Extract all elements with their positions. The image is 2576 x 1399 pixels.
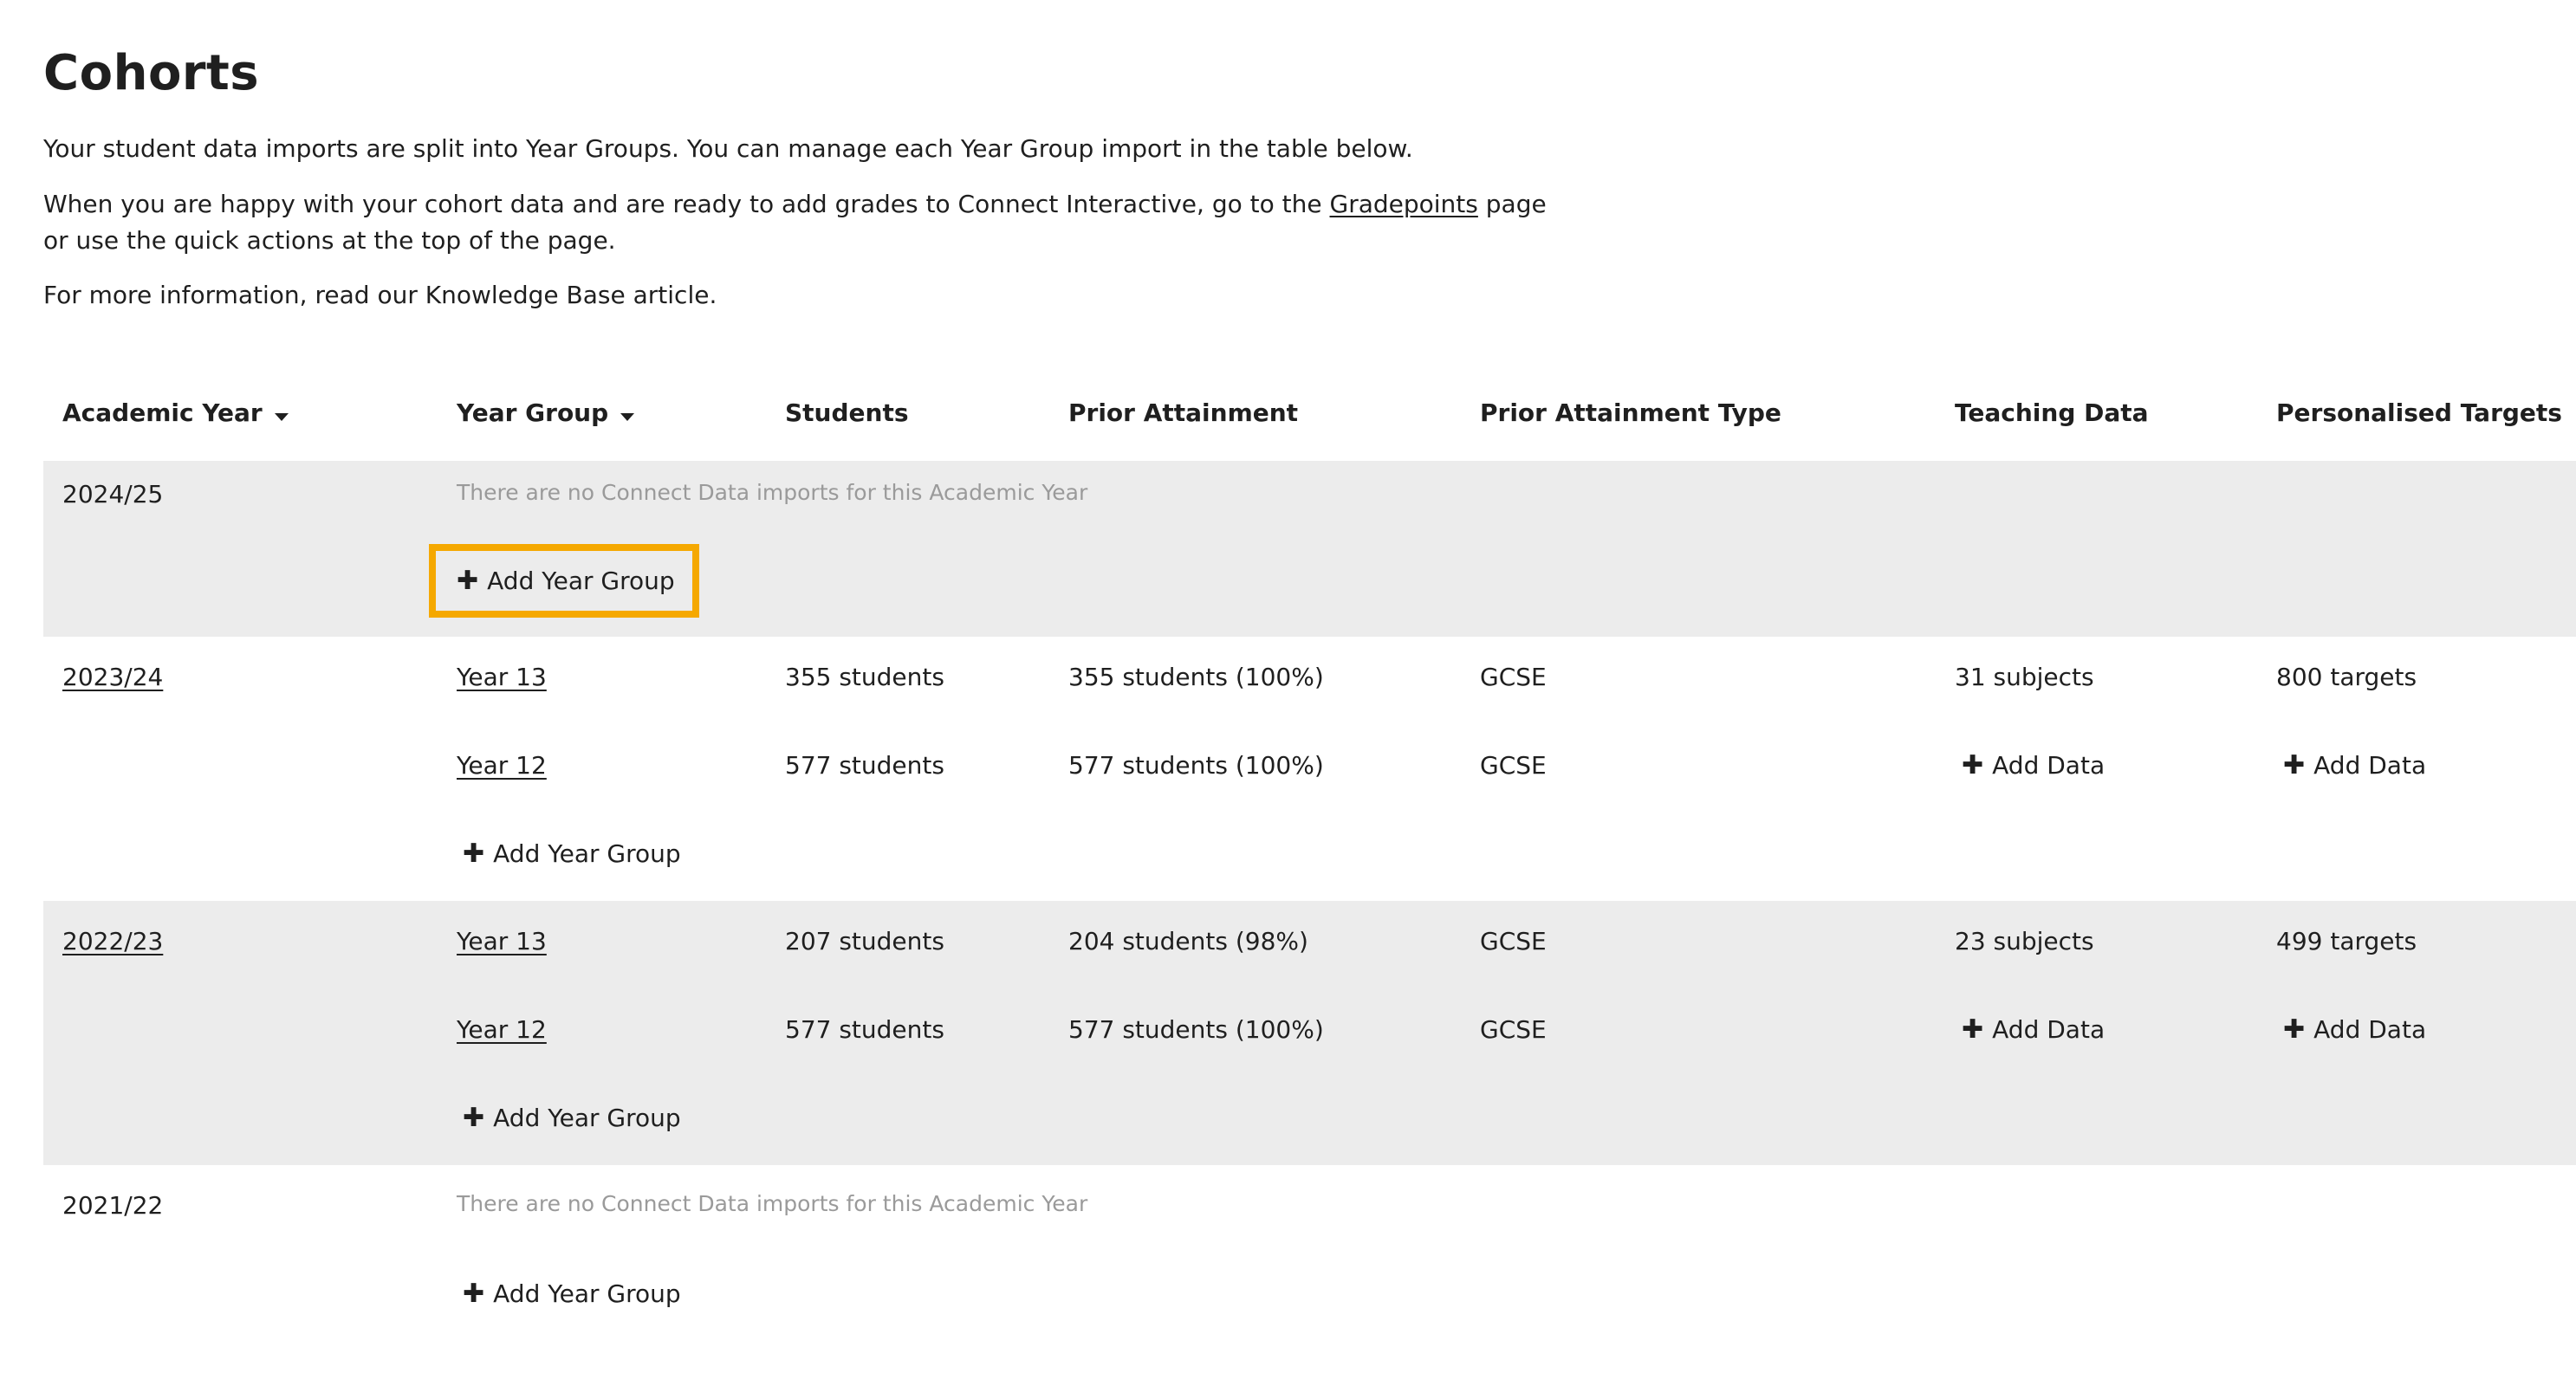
year-group-link[interactable]: Year 13: [457, 663, 547, 691]
header-personalised-targets: Personalised Targets: [2276, 398, 2562, 427]
personalised-targets-value: 499 targets: [2276, 927, 2417, 955]
students-count: 577 students: [785, 1015, 944, 1044]
add-year-group-label: Add Year Group: [493, 839, 681, 868]
year-group-link[interactable]: Year 12: [457, 751, 547, 780]
gradepoints-text: When you are happy with your cohort data…: [43, 186, 1568, 259]
add-targets-data-button[interactable]: ✚ Add Data: [2283, 1015, 2426, 1044]
prior-attainment-type-value: GCSE: [1480, 1015, 1547, 1044]
empty-imports-message: There are no Connect Data imports for th…: [457, 480, 1088, 505]
students-count: 355 students: [785, 663, 944, 691]
header-year-group-label: Year Group: [457, 398, 609, 427]
plus-icon: ✚: [463, 838, 485, 869]
add-data-label: Add Data: [1992, 1015, 2106, 1044]
plus-icon: ✚: [463, 1102, 485, 1133]
add-data-label: Add Data: [2313, 1015, 2427, 1044]
plus-icon: ✚: [2283, 1014, 2306, 1045]
add-teaching-data-button[interactable]: ✚ Add Data: [1962, 1015, 2105, 1044]
header-students: Students: [785, 398, 909, 427]
year-group-link[interactable]: Year 13: [457, 927, 547, 955]
year-group-2021-22: 2021/22 There are no Connect Data import…: [43, 1165, 2576, 1341]
add-year-group-label: Add Year Group: [487, 567, 675, 595]
academic-year-label: 2021/22: [62, 1191, 164, 1220]
academic-year-link[interactable]: 2022/23: [62, 927, 163, 955]
prior-attainment-value: 204 students (98%): [1068, 927, 1308, 955]
add-data-label: Add Data: [1992, 751, 2106, 780]
header-academic-year-label: Academic Year: [62, 398, 263, 427]
students-count: 577 students: [785, 751, 944, 780]
header-prior-attainment-type: Prior Attainment Type: [1480, 398, 1781, 427]
header-academic-year[interactable]: Academic Year: [62, 398, 289, 427]
table-header: Academic Year Year Group Students Prior …: [43, 381, 2576, 461]
page-title: Cohorts: [43, 45, 260, 101]
academic-year-link[interactable]: 2023/24: [62, 663, 163, 691]
plus-icon: ✚: [2283, 749, 2306, 780]
add-teaching-data-button[interactable]: ✚ Add Data: [1962, 751, 2105, 780]
empty-imports-message: There are no Connect Data imports for th…: [457, 1191, 1088, 1216]
plus-icon: ✚: [463, 1278, 485, 1309]
intro-text: Your student data imports are split into…: [43, 134, 1413, 163]
prior-attainment-type-value: GCSE: [1480, 927, 1547, 955]
plus-icon: ✚: [457, 565, 479, 596]
year-group-2022-23: 2022/23 Year 13 207 students 204 student…: [43, 901, 2576, 1165]
add-targets-data-button[interactable]: ✚ Add Data: [2283, 751, 2426, 780]
knowledge-base-text: For more information, read our Knowledge…: [43, 281, 717, 309]
year-group-2024-25: 2024/25 There are no Connect Data import…: [43, 461, 2576, 637]
sort-down-caret-icon: [274, 412, 289, 421]
gradepoints-link[interactable]: Gradepoints: [1330, 190, 1478, 218]
gradepoints-text-before: When you are happy with your cohort data…: [43, 190, 1330, 218]
add-data-label: Add Data: [2313, 751, 2427, 780]
prior-attainment-value: 577 students (100%): [1068, 1015, 1324, 1044]
cohorts-page: Cohorts Your student data imports are sp…: [43, 0, 2576, 1399]
add-year-group-button[interactable]: ✚ Add Year Group: [463, 839, 681, 868]
teaching-data-value: 23 subjects: [1955, 927, 2094, 955]
prior-attainment-value: 355 students (100%): [1068, 663, 1324, 691]
plus-icon: ✚: [1962, 749, 1984, 780]
academic-year-label: 2024/25: [62, 480, 164, 508]
year-group-2023-24: 2023/24 Year 13 355 students 355 student…: [43, 637, 2576, 901]
add-year-group-button[interactable]: ✚ Add Year Group: [463, 1279, 681, 1308]
header-year-group[interactable]: Year Group: [457, 398, 635, 427]
teaching-data-value: 31 subjects: [1955, 663, 2094, 691]
add-year-group-button[interactable]: ✚ Add Year Group: [463, 1104, 681, 1132]
personalised-targets-value: 800 targets: [2276, 663, 2417, 691]
students-count: 207 students: [785, 927, 944, 955]
add-year-group-button[interactable]: ✚ Add Year Group: [429, 544, 699, 618]
add-year-group-label: Add Year Group: [493, 1279, 681, 1308]
prior-attainment-type-value: GCSE: [1480, 663, 1547, 691]
add-year-group-label: Add Year Group: [493, 1104, 681, 1132]
prior-attainment-value: 577 students (100%): [1068, 751, 1324, 780]
year-group-link[interactable]: Year 12: [457, 1015, 547, 1044]
sort-down-caret-icon: [620, 412, 635, 421]
cohorts-table: Academic Year Year Group Students Prior …: [43, 381, 2576, 1341]
prior-attainment-type-value: GCSE: [1480, 751, 1547, 780]
header-teaching-data: Teaching Data: [1955, 398, 2149, 427]
plus-icon: ✚: [1962, 1014, 1984, 1045]
header-prior-attainment: Prior Attainment: [1068, 398, 1299, 427]
